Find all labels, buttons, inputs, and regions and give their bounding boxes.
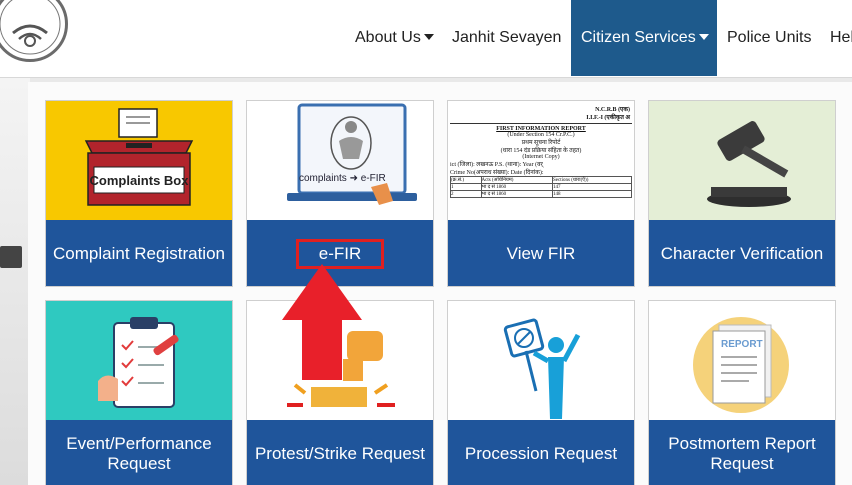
- caret-down-icon: [423, 34, 434, 40]
- card-label: Event/Performance Request: [46, 420, 232, 485]
- laptop-caption: complaints ➜ e-FIR: [299, 173, 386, 184]
- nav-help-label: Hel: [830, 29, 852, 46]
- ballot-box-icon: Complaints Box: [46, 101, 232, 220]
- nav-police-units-label: Police Units: [727, 29, 812, 46]
- page-backdrop: [0, 78, 30, 485]
- card-procession-request[interactable]: Procession Request: [447, 300, 635, 485]
- report-icon: REPORT: [649, 301, 835, 420]
- nav-help[interactable]: Hel: [830, 0, 852, 76]
- up-arrow-icon: [282, 264, 362, 380]
- doc-form: I.I.F.-I (एकीकृत अ: [586, 115, 630, 121]
- doc-title-hi: प्रथम सूचना रिपोर्ट: [521, 140, 561, 146]
- card-view-fir[interactable]: N.C.R.B (एक) I.I.F.-I (एकीकृत अ FIRST IN…: [447, 100, 635, 287]
- fir-document-icon: N.C.R.B (एक) I.I.F.-I (एकीकृत अ FIRST IN…: [448, 101, 634, 220]
- nav-janhit-sevayen-label: Janhit Sevayen: [452, 29, 562, 46]
- card-label: Protest/Strike Request: [247, 420, 433, 485]
- card-label: Postmortem Report Request: [649, 420, 835, 485]
- doc-section-hi: (धारा 154 दंड प्रक्रिया संहिता के तहत): [500, 148, 582, 154]
- complaints-box-text: Complaints Box: [90, 173, 190, 188]
- caret-down-icon: [698, 34, 709, 40]
- doc-ncrb: N.C.R.B (एक): [595, 107, 630, 113]
- card-label: View FIR: [448, 220, 634, 286]
- card-label: Complaint Registration: [46, 220, 232, 286]
- doc-table: (क्र.सं.) Acts (अधिनियम) Sections (धारा(एँ…: [450, 176, 632, 198]
- clipboard-icon: [46, 301, 232, 420]
- card-e-fir[interactable]: complaints ➜ e-FIR e-FIR: [246, 100, 434, 287]
- nav-citizen-services-label: Citizen Services: [581, 29, 696, 46]
- doc-row2: Crime No(अपराध संख्या): Date (दिनांक):: [450, 170, 544, 176]
- nav-about-us-label: About Us: [355, 29, 421, 46]
- procession-icon: [448, 301, 634, 420]
- nav-police-units[interactable]: Police Units: [727, 0, 811, 76]
- top-navbar: About Us Janhit Sevayen Citizen Services…: [0, 0, 852, 78]
- gavel-icon: [649, 101, 835, 220]
- nav-about-us[interactable]: About Us: [355, 0, 434, 76]
- report-text: REPORT: [721, 339, 763, 350]
- citizen-services-dropdown: Complaints Box Complaint Registration co…: [28, 82, 852, 485]
- doc-row1: ict (जिला): लखनऊ P.S. (थाना): Year (वर्: [450, 162, 543, 168]
- card-character-verification[interactable]: Character Verification: [648, 100, 836, 287]
- card-complaint-registration[interactable]: Complaints Box Complaint Registration: [45, 100, 233, 287]
- card-postmortem-report-request[interactable]: REPORT Postmortem Report Request: [648, 300, 836, 485]
- up-police-logo[interactable]: [0, 0, 68, 62]
- card-label: Character Verification: [649, 220, 835, 286]
- nav-janhit-sevayen[interactable]: Janhit Sevayen: [452, 0, 561, 76]
- nav-citizen-services[interactable]: Citizen Services: [571, 0, 717, 76]
- laptop-emblem-icon: complaints ➜ e-FIR: [247, 101, 433, 220]
- card-event-performance-request[interactable]: Event/Performance Request: [45, 300, 233, 485]
- card-label: Procession Request: [448, 420, 634, 485]
- backdrop-image: [0, 246, 22, 268]
